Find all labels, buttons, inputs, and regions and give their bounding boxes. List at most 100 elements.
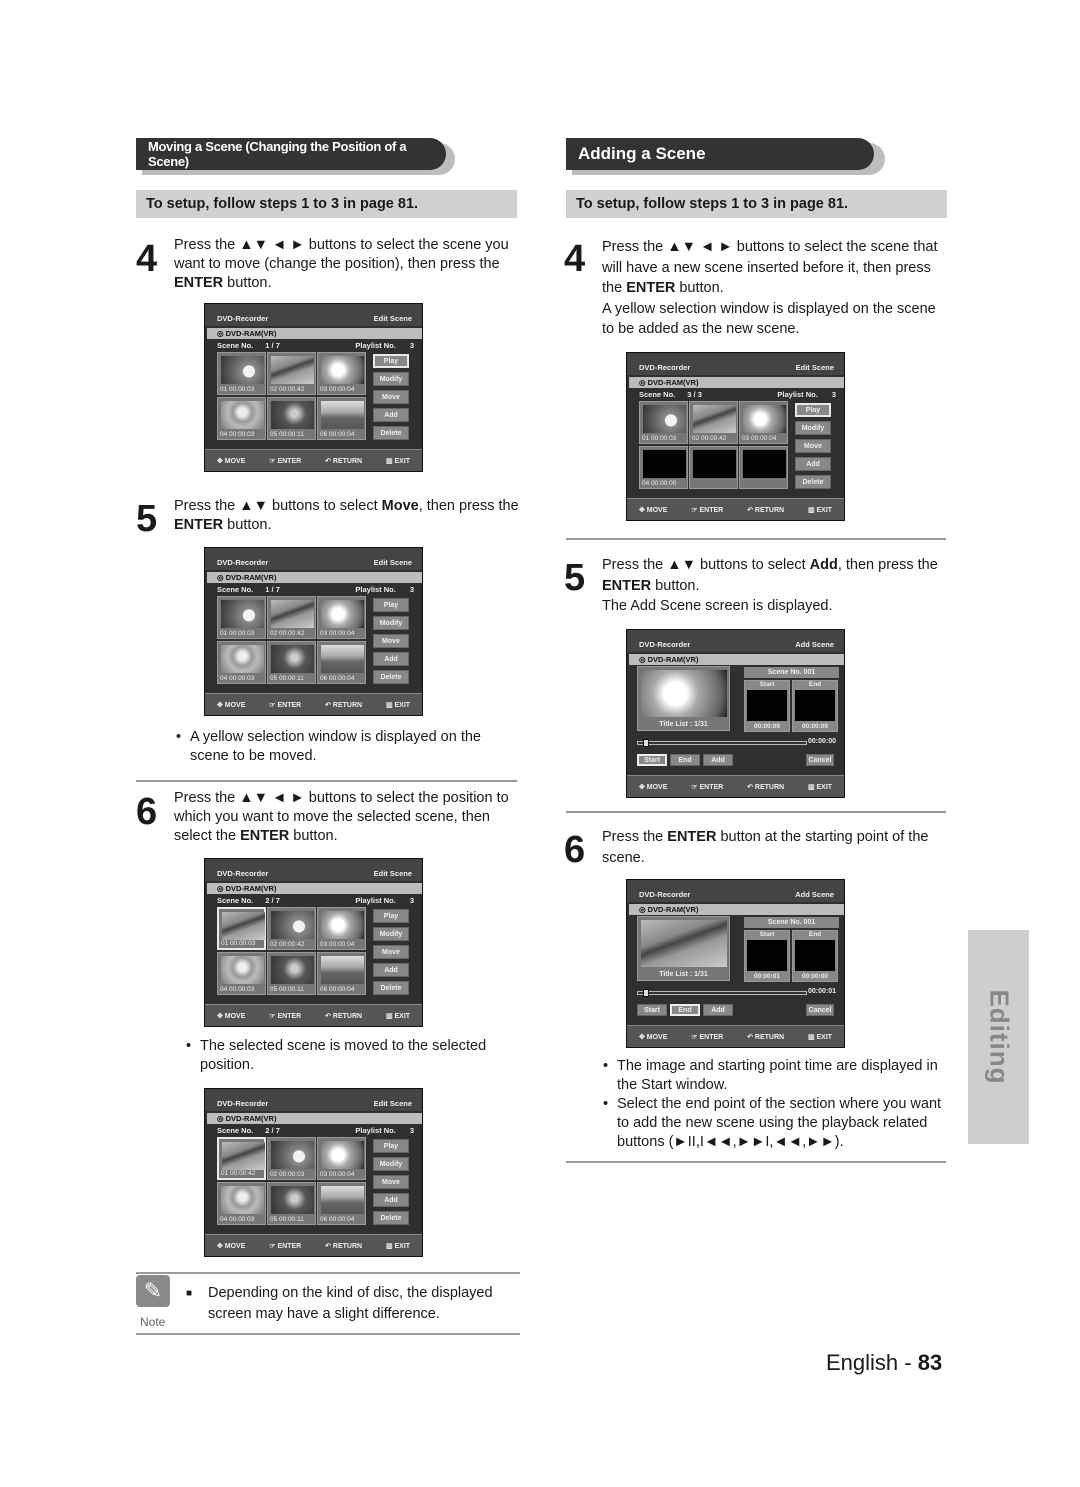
osd-button-add[interactable]: Add bbox=[373, 963, 409, 977]
osd-button-add[interactable]: Add bbox=[795, 457, 831, 471]
osd-button-play[interactable]: Play bbox=[795, 403, 831, 417]
osd-button-delete[interactable]: Delete bbox=[373, 670, 409, 684]
title-list-label: Title List : 1/31 bbox=[659, 971, 708, 978]
osd-button-delete[interactable]: Delete bbox=[373, 426, 409, 440]
cancel-button[interactable]: Cancel bbox=[806, 1004, 834, 1016]
progress-knob bbox=[643, 989, 649, 997]
step-6-note: The image and starting point time are di… bbox=[601, 1057, 951, 1095]
osd-button-add[interactable]: Add bbox=[373, 408, 409, 422]
current-time: 00:00:00 bbox=[807, 738, 836, 745]
osd-button-delete[interactable]: Delete bbox=[373, 981, 409, 995]
exit-hint: ▥ EXIT bbox=[807, 783, 833, 791]
osd-info-row: Scene No. 1 / 7 Playlist No. 3 bbox=[217, 341, 414, 350]
osd-info-row: Scene No. 3 / 3 Playlist No. 3 bbox=[639, 390, 836, 399]
scene-number: Scene No. 001 bbox=[744, 667, 839, 678]
scene-label: 02 00:00:42 bbox=[270, 941, 305, 948]
osd-button-modify[interactable]: Modify bbox=[373, 616, 409, 630]
cancel-button[interactable]: Cancel bbox=[806, 754, 834, 766]
osd-button-move[interactable]: Move bbox=[373, 634, 409, 648]
scene-label: 05 00:00:11 bbox=[270, 675, 304, 682]
scene-image bbox=[271, 956, 314, 984]
scene-label: 02 00:00:42 bbox=[270, 630, 305, 637]
osd-button-move[interactable]: Move bbox=[795, 439, 831, 453]
step-number: 5 bbox=[136, 498, 158, 540]
osd-info-row: Scene No. 1 / 7 Playlist No. 3 bbox=[217, 585, 414, 594]
osd-button-delete[interactable]: Delete bbox=[795, 475, 831, 489]
preview-window: Title List : 1/31 bbox=[637, 916, 730, 981]
scene-label: 06 00:00:04 bbox=[320, 1216, 355, 1223]
osd-disc-type: DVD-RAM(VR) bbox=[207, 1113, 422, 1124]
osd-button-play[interactable]: Play bbox=[373, 1139, 409, 1153]
scene-thumbnail: 03 00:00:04 bbox=[317, 352, 366, 395]
scene-thumbnail: 02 00:00:42 bbox=[267, 352, 316, 395]
osd-button-play[interactable]: Play bbox=[373, 598, 409, 612]
osd-button-modify[interactable]: Modify bbox=[795, 421, 831, 435]
add-screen-button-add[interactable]: Add bbox=[703, 754, 733, 766]
osd-button-add[interactable]: Add bbox=[373, 1193, 409, 1207]
osd-button-modify[interactable]: Modify bbox=[373, 372, 409, 386]
osd-button-delete[interactable]: Delete bbox=[373, 1211, 409, 1225]
add-screen-button-start[interactable]: Start bbox=[637, 754, 667, 766]
osd-button-modify[interactable]: Modify bbox=[373, 927, 409, 941]
scene-image bbox=[222, 912, 265, 940]
page-footer: English - 83 bbox=[826, 1350, 943, 1375]
osd-header: DVD-Recorder Edit Scene bbox=[205, 548, 422, 570]
end-image bbox=[795, 690, 835, 721]
playlist-label: Playlist No. bbox=[355, 341, 396, 350]
scene-no-label: Scene No. bbox=[217, 585, 254, 594]
osd-edit-scene: DVD-Recorder Edit Scene DVD-RAM(VR) Scene N… bbox=[626, 352, 845, 521]
add-screen-button-end[interactable]: End bbox=[670, 754, 700, 766]
scene-label: 03 00:00:04 bbox=[320, 630, 355, 637]
enter-hint: ☞ ENTER bbox=[691, 783, 724, 791]
step-number: 4 bbox=[136, 238, 158, 280]
osd-button-add[interactable]: Add bbox=[373, 652, 409, 666]
move-hint: ✥ MOVE bbox=[216, 701, 246, 709]
osd-footer: ✥ MOVE ☞ ENTER ↶ RETURN ▥ EXIT bbox=[627, 498, 844, 520]
end-window: End 00:00:00 bbox=[792, 680, 838, 732]
osd-button-move[interactable]: Move bbox=[373, 390, 409, 404]
osd-button-modify[interactable]: Modify bbox=[373, 1157, 409, 1171]
add-screen-button-add[interactable]: Add bbox=[703, 1004, 733, 1016]
end-window: End 00:00:00 bbox=[792, 930, 838, 982]
add-screen-button-start[interactable]: Start bbox=[637, 1004, 667, 1016]
scene-thumbnail: 03 00:00:04 bbox=[317, 596, 366, 639]
scene-thumbnail: 06 00:00:04 bbox=[317, 1182, 366, 1225]
scene-label: 03 00:00:04 bbox=[320, 1171, 355, 1178]
preview-image bbox=[641, 920, 727, 967]
start-label: Start bbox=[759, 931, 775, 938]
scene-image bbox=[321, 645, 364, 673]
playlist-no: 3 bbox=[831, 390, 836, 399]
osd-device-label: DVD-Recorder bbox=[217, 314, 269, 323]
osd-mode-label: Edit Scene bbox=[373, 558, 412, 567]
playlist-label: Playlist No. bbox=[355, 585, 396, 594]
scene-thumbnail: 03 00:00:04 bbox=[317, 1137, 366, 1180]
progress-track[interactable] bbox=[637, 989, 807, 997]
start-window: Start 00:00:00 bbox=[744, 680, 790, 732]
chapter-tab: Editing bbox=[968, 930, 1029, 1144]
progress-track[interactable] bbox=[637, 739, 807, 747]
osd-button-move[interactable]: Move bbox=[373, 945, 409, 959]
osd-button-move[interactable]: Move bbox=[373, 1175, 409, 1189]
exit-hint: ▥ EXIT bbox=[807, 1033, 833, 1041]
scene-image bbox=[221, 600, 264, 628]
osd-button-play[interactable]: Play bbox=[373, 909, 409, 923]
osd-mode-label: Add Scene bbox=[795, 890, 834, 899]
step-5-text: Press the ▲▼ buttons to select Add, then… bbox=[602, 557, 938, 614]
osd-device-label: DVD-Recorder bbox=[639, 890, 691, 899]
add-screen-button-end[interactable]: End bbox=[670, 1004, 700, 1016]
preview-window: Title List : 1/31 bbox=[637, 666, 730, 731]
scene-image bbox=[271, 1186, 314, 1214]
return-hint: ↶ RETURN bbox=[747, 783, 785, 791]
scene-thumbnail: 03 00:00:04 bbox=[317, 907, 366, 950]
scene-thumbnail: 01 00:00:03 bbox=[217, 352, 266, 395]
scene-label: 04 00:00:03 bbox=[220, 431, 255, 438]
osd-edit-scene: DVD-Recorder Edit Scene DVD-RAM(VR) Scene N… bbox=[204, 547, 423, 716]
step-5-note: A yellow selection window is displayed o… bbox=[174, 728, 504, 766]
start-window: Start 00:00:01 bbox=[744, 930, 790, 982]
scene-no-label: Scene No. bbox=[217, 896, 254, 905]
setup-instruction: To setup, follow steps 1 to 3 in page 81… bbox=[566, 190, 947, 218]
osd-button-play[interactable]: Play bbox=[373, 354, 409, 368]
return-hint: ↶ RETURN bbox=[325, 701, 363, 709]
playlist-label: Playlist No. bbox=[355, 896, 396, 905]
